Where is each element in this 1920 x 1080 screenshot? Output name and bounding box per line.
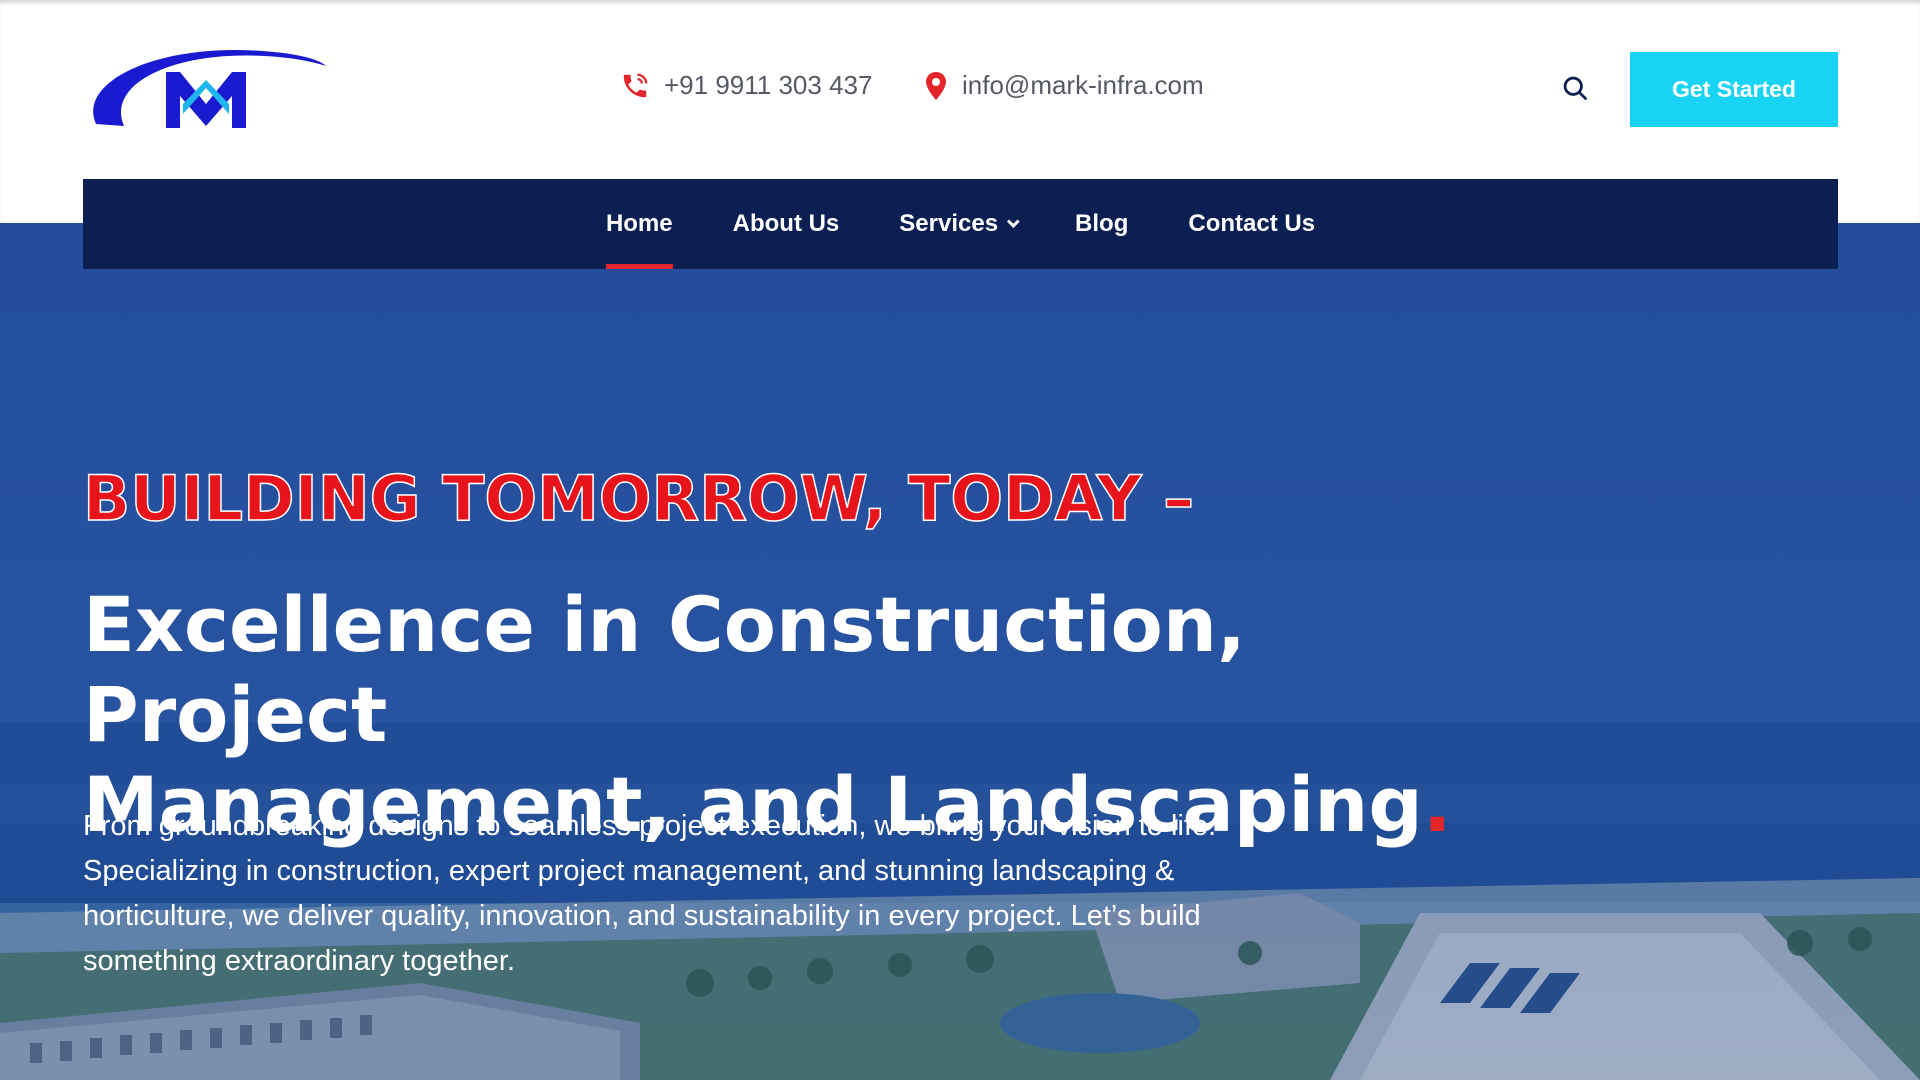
header-phone[interactable]: +91 9911 303 437 <box>620 70 872 101</box>
header-top-shadow <box>0 0 1920 6</box>
phone-icon <box>623 73 648 97</box>
hero-tagline: BUILDING TOMORROW, TODAY – <box>82 461 1195 536</box>
logo-mark-icon <box>93 49 326 128</box>
nav-item-blog[interactable]: Blog <box>1075 179 1128 269</box>
search-button[interactable] <box>1558 71 1592 105</box>
header-email[interactable]: info@mark-infra.com <box>924 70 1204 101</box>
chevron-down-icon <box>1007 214 1020 228</box>
nav-item-home[interactable]: Home <box>605 179 673 269</box>
hero-description: From groundbreaking designs to seamless … <box>83 810 1217 977</box>
nav-item-label: Contact Us <box>1188 210 1316 237</box>
nav-item-label: Home <box>605 210 673 237</box>
nav-item-label: Blog <box>1075 210 1129 237</box>
nav-item-services[interactable]: Services <box>899 179 1020 269</box>
nav-item-label: About Us <box>732 210 840 237</box>
headline-line-1: Excellence in Construction, Project <box>83 580 1246 759</box>
main-nav: Home About Us Services Blog Contact Us <box>83 179 1838 269</box>
nav-item-contact-us[interactable]: Contact Us <box>1188 179 1315 269</box>
phone-number: +91 9911 303 437 <box>664 70 873 100</box>
search-icon <box>1563 76 1587 100</box>
nav-item-about-us[interactable]: About Us <box>733 179 840 269</box>
company-logo[interactable] <box>88 44 328 134</box>
nav-item-label: Services <box>899 210 999 237</box>
location-pin-icon <box>926 71 946 100</box>
email-address: info@mark-infra.com <box>962 70 1204 100</box>
headline-dot: . <box>1422 760 1452 849</box>
get-started-button[interactable]: Get Started <box>1630 52 1838 127</box>
page: +91 9911 303 437 info@mark-infra.com Get… <box>0 0 1920 1080</box>
